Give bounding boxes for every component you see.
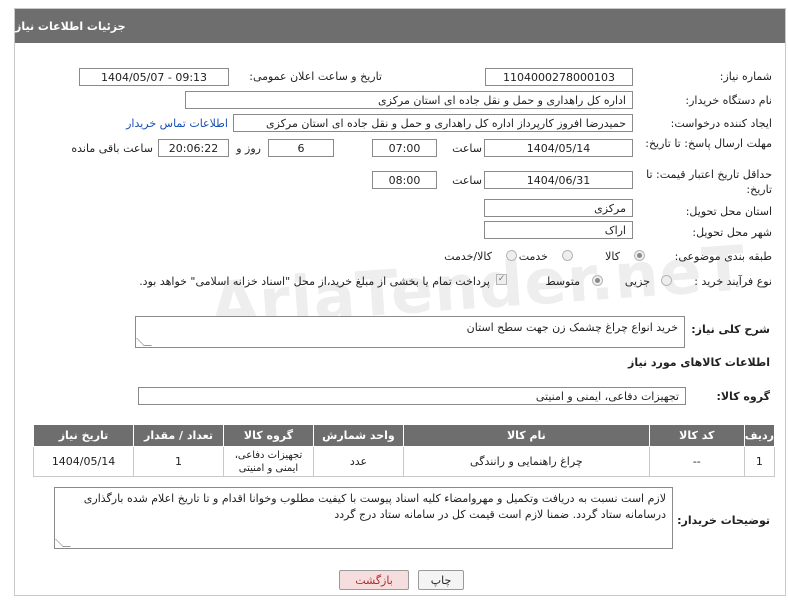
- print-button[interactable]: چاپ: [418, 570, 464, 590]
- page-header: جزئیات اطلاعات نیاز: [15, 9, 785, 43]
- announce-label: تاریخ و ساعت اعلان عمومی:: [249, 70, 382, 83]
- days-label: روز و: [236, 142, 261, 155]
- buyer-org-field: اداره کل راهداری و حمل و نقل جاده ای است…: [185, 91, 633, 109]
- goods-group-field: تجهیزات دفاعی، ایمنی و امنیتی: [138, 387, 686, 405]
- category-radio-goods[interactable]: [634, 250, 645, 261]
- process-radio-medium[interactable]: [592, 275, 603, 286]
- category-label: طبقه بندی موضوعی:: [674, 250, 772, 263]
- reply-deadline-time: 07:00: [372, 139, 437, 157]
- price-validity-time: 08:00: [372, 171, 437, 189]
- treasury-payment-checkbox[interactable]: ✓: [496, 274, 507, 285]
- category-radio-service[interactable]: [562, 250, 573, 261]
- col-row: ردیف: [743, 424, 776, 447]
- col-unit: واحد شمارش: [312, 424, 404, 447]
- remaining-label: ساعت باقی مانده: [71, 142, 153, 155]
- cell-group: تجهیزات دفاعی، ایمنی و امنیتی: [223, 446, 314, 477]
- cell-qty: 1: [133, 446, 224, 477]
- need-number-field: 1104000278000103: [485, 68, 633, 86]
- cell-date: 1404/05/14: [32, 446, 135, 477]
- category-option-service: خدمت: [518, 250, 548, 263]
- process-option-medium: متوسط: [545, 275, 580, 288]
- category-radio-goods-service[interactable]: [506, 250, 517, 261]
- buyer-org-label: نام دستگاه خریدار:: [685, 94, 772, 107]
- buyer-notes-label: توضیحات خریدار:: [677, 514, 770, 527]
- buyer-contact-link[interactable]: اطلاعات تماس خریدار: [126, 117, 228, 130]
- table-row: 1 -- چراغ راهنمایی و رانندگی عدد تجهیزات…: [32, 446, 776, 477]
- goods-section-title: اطلاعات کالاهای مورد نیاز: [628, 356, 770, 369]
- remaining-time: 20:06:22: [158, 139, 229, 157]
- description-label: شرح کلی نیاز:: [691, 323, 770, 336]
- requester-field: حمیدرضا افروز کارپرداز اداره کل راهداری …: [233, 114, 633, 132]
- reply-time-label: ساعت: [452, 142, 482, 155]
- treasury-payment-note: پرداخت تمام یا بخشی از مبلغ خرید،از محل …: [139, 275, 490, 288]
- back-button[interactable]: بازگشت: [339, 570, 409, 590]
- goods-table: ردیف کد کالا نام کالا واحد شمارش گروه کا…: [32, 424, 776, 477]
- page-title: جزئیات اطلاعات نیاز: [15, 19, 126, 33]
- price-validity-date: 1404/06/31: [484, 171, 633, 189]
- cell-name: چراغ راهنمایی و رانندگی: [402, 446, 650, 477]
- province-field: مرکزی: [484, 199, 633, 217]
- remaining-days: 6: [268, 139, 334, 157]
- process-option-minor: جزیی: [624, 275, 650, 288]
- description-text: خرید انواع چراغ چشمک زن جهت سطح استان: [466, 321, 678, 334]
- process-label: نوع فرآیند خرید :: [694, 275, 772, 288]
- goods-group-label: گروه کالا:: [716, 390, 770, 403]
- buyer-notes-textarea[interactable]: لازم است نسبت به دریافت وتکمیل و مهروامض…: [54, 487, 673, 549]
- province-label: استان محل تحویل:: [685, 205, 772, 218]
- category-option-goods: کالا: [605, 250, 620, 263]
- col-code: کد کالا: [648, 424, 745, 447]
- col-qty: تعداد / مقدار: [133, 424, 224, 447]
- description-textarea[interactable]: خرید انواع چراغ چشمک زن جهت سطح استان: [135, 316, 685, 348]
- city-field: اراک: [484, 221, 633, 239]
- price-validity-label: حداقل تاریخ اعتبار قیمت: تا تاریخ:: [646, 168, 772, 196]
- col-name: نام کالا: [402, 424, 650, 447]
- cell-unit: عدد: [312, 446, 404, 477]
- category-option-goods-service: کالا/خدمت: [444, 250, 492, 263]
- cell-row: 1: [743, 446, 776, 477]
- requester-label: ایجاد کننده درخواست:: [670, 117, 772, 130]
- buyer-notes-text: لازم است نسبت به دریافت وتکمیل و مهروامض…: [83, 492, 666, 521]
- col-date: تاریخ نیاز: [32, 424, 135, 447]
- reply-deadline-label: مهلت ارسال پاسخ: تا تاریخ:: [645, 137, 772, 150]
- price-time-label: ساعت: [452, 174, 482, 187]
- goods-table-header: ردیف کد کالا نام کالا واحد شمارش گروه کا…: [32, 424, 776, 447]
- reply-deadline-date: 1404/05/14: [484, 139, 633, 157]
- need-number-label: شماره نیاز:: [719, 70, 772, 83]
- col-group: گروه کالا: [223, 424, 314, 447]
- city-label: شهر محل تحویل:: [692, 226, 772, 239]
- process-radio-minor[interactable]: [661, 275, 672, 286]
- cell-code: --: [648, 446, 745, 477]
- announce-field: 1404/05/07 - 09:13: [79, 68, 229, 86]
